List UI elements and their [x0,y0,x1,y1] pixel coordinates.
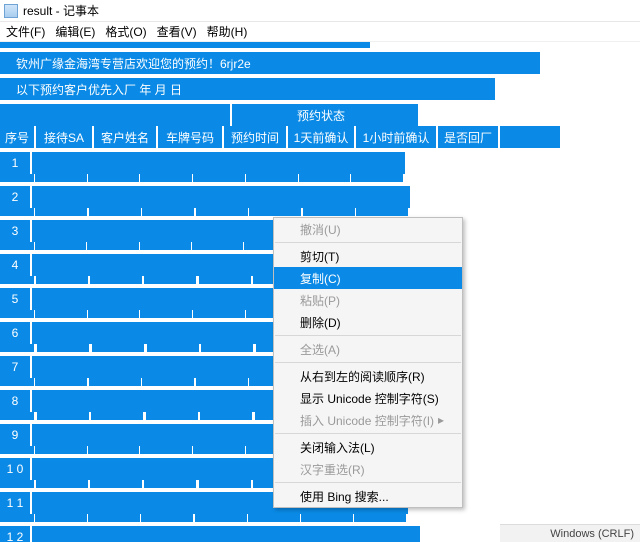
col-plate: 车牌号码 [158,129,222,146]
chevron-right-icon: ▸ [438,413,444,427]
table-row: 2 [0,186,640,220]
ctx-show-unicode[interactable]: 显示 Unicode 控制字符(S) [274,387,462,409]
banner-priority: 以下预约客户优先入厂 年 月 日 [0,78,495,100]
col-sa: 接待SA [36,129,92,146]
col-customer: 客户姓名 [94,129,156,146]
ctx-reconvert[interactable]: 汉字重选(R) [274,458,462,480]
row-number: 1 [0,156,30,170]
ctx-close-ime[interactable]: 关闭输入法(L) [274,436,462,458]
row-ticks [0,174,403,182]
row-ticks [0,514,406,522]
row-number: 4 [0,258,30,272]
ctx-paste[interactable]: 粘贴(P) [274,289,462,311]
table-row: 1 [0,152,640,186]
ctx-delete[interactable]: 删除(D) [274,311,462,333]
notepad-icon [4,4,18,18]
title-bar: result - 记事本 [0,0,640,22]
window-title: result - 记事本 [23,2,99,19]
header-status: 预约状态 [297,107,345,124]
row-number: 1 0 [0,462,30,476]
watermark: 悟空问答 [534,494,632,518]
row-number: 6 [0,326,30,340]
row-number: 5 [0,292,30,306]
row-number: 1 2 [0,530,30,542]
banner-priority-text: 以下预约客户优先入厂 年 月 日 [16,81,182,98]
row-number: 8 [0,394,30,408]
ctx-rtl[interactable]: 从右到左的阅读顺序(R) [274,365,462,387]
header-row-top: 预约状态 [0,104,640,126]
col-1day: 1天前确认 [288,129,354,146]
ctx-selectall[interactable]: 全选(A) [274,338,462,360]
context-menu: 撤消(U) 剪切(T) 复制(C) 粘贴(P) 删除(D) 全选(A) 从右到左… [273,217,463,508]
banner-welcome-text: 钦州广缘金海湾专营店欢迎您的预约！6rjr2e [16,55,251,72]
editor-area[interactable]: 钦州广缘金海湾专营店欢迎您的预约！6rjr2e 以下预约客户优先入厂 年 月 日… [0,42,640,542]
col-time: 预约时间 [224,129,286,146]
row-ticks [0,208,408,216]
row-number: 2 [0,190,30,204]
menu-view[interactable]: 查看(V) [157,23,197,40]
col-return: 是否回厂 [438,129,498,146]
ctx-insert-unicode[interactable]: 插入 Unicode 控制字符(I) ▸ [274,409,462,431]
status-bar: Windows (CRLF) [500,524,640,542]
watermark-text: 悟空问答 [568,494,632,518]
menu-bar: 文件(F) 编辑(E) 格式(O) 查看(V) 帮助(H) [0,22,640,42]
menu-format[interactable]: 格式(O) [105,23,146,40]
row-number: 7 [0,360,30,374]
menu-edit[interactable]: 编辑(E) [55,23,95,40]
row-number: 3 [0,224,30,238]
header-row: 序号 接待SA 客户姓名 车牌号码 预约时间 1天前确认 1小时前确认 是否回厂 [0,126,560,148]
ctx-undo[interactable]: 撤消(U) [274,218,462,240]
speech-bubble-icon [534,496,562,516]
ctx-bing-search[interactable]: 使用 Bing 搜索... [274,485,462,507]
status-encoding: Windows (CRLF) [550,528,634,540]
ctx-cut[interactable]: 剪切(T) [274,245,462,267]
banner-welcome: 钦州广缘金海湾专营店欢迎您的预约！6rjr2e [0,52,540,74]
menu-file[interactable]: 文件(F) [6,23,45,40]
row-number: 1 1 [0,496,30,510]
col-seq: 序号 [0,129,34,146]
menu-help[interactable]: 帮助(H) [207,23,248,40]
ctx-insert-unicode-label: 插入 Unicode 控制字符(I) [300,412,434,429]
row-number: 9 [0,428,30,442]
ctx-copy[interactable]: 复制(C) [274,267,462,289]
col-1hour: 1小时前确认 [356,129,436,146]
